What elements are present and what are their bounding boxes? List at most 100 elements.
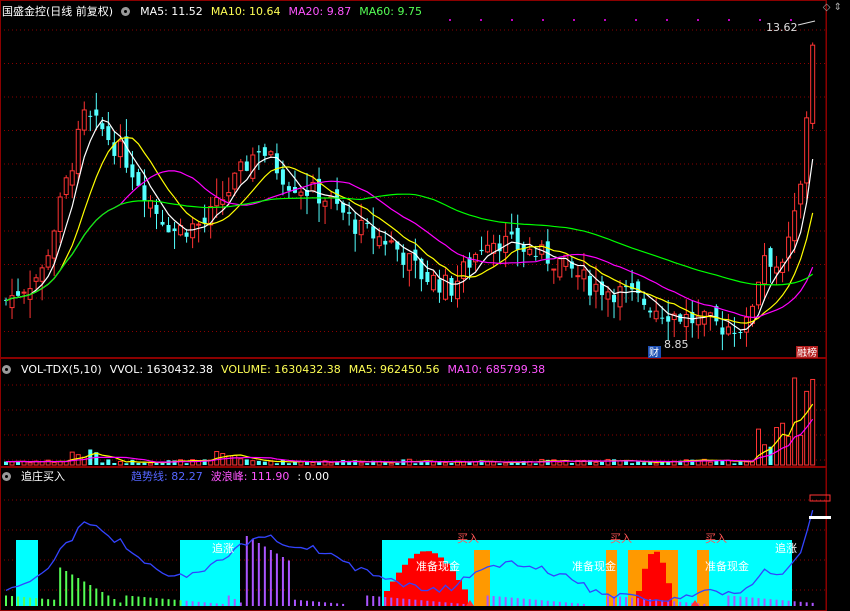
candle-body-up xyxy=(63,177,69,196)
candle-body-down xyxy=(262,147,267,156)
candle-body-up xyxy=(557,258,563,278)
volume-bar-up xyxy=(617,460,623,466)
signal-dot xyxy=(666,19,668,21)
vol-ma5-label: MA5: 962450.56 xyxy=(348,362,440,376)
extra-value-label: : 0.00 xyxy=(297,469,330,483)
candle-body-up xyxy=(388,240,394,243)
volume-bar-up xyxy=(503,462,509,466)
zone-label: 买入 xyxy=(457,532,479,545)
price-panel-title[interactable]: 国盛金控(日线 前复权) xyxy=(2,3,113,19)
zone-label: 买入 xyxy=(705,532,727,545)
volume-bar-up xyxy=(743,461,749,466)
corner-controls-icon[interactable]: ◇ ⇕ xyxy=(823,2,842,13)
candle-body-down xyxy=(106,126,111,141)
signal-dot xyxy=(697,19,699,21)
volume-bar-down xyxy=(599,461,604,465)
volume-bar-up xyxy=(593,461,599,466)
volume-bar-down xyxy=(124,463,129,465)
volume-bar-down xyxy=(395,462,400,465)
volume-bar-down xyxy=(341,459,346,465)
volume-panel-header: VOL-TDX(5,10) VVOL: 1630432.38 VOLUME: 1… xyxy=(2,361,545,377)
ma60-label: MA60: 9.75 xyxy=(359,4,422,18)
volume-bar-up xyxy=(798,434,804,466)
volume-bar-up xyxy=(810,378,816,466)
candle-body-up xyxy=(406,253,412,271)
candle-body-up xyxy=(653,310,659,320)
candle-body-up xyxy=(593,283,599,292)
candle-body-up xyxy=(485,244,491,253)
candle-body-down xyxy=(720,327,725,335)
volume-bar-up xyxy=(388,462,394,466)
zone-label: 追涨 xyxy=(775,541,797,555)
indicator-settings-gear-icon[interactable] xyxy=(2,471,11,481)
stock-chart[interactable]: 13.62 8.85 财 融榜追涨准备现金 买入准备现金 买入准备现金 买入追涨 xyxy=(0,0,850,611)
candle-body-up xyxy=(358,219,364,236)
volume-bar-down xyxy=(262,461,267,465)
candle-body-up xyxy=(69,170,75,186)
candle-body-down xyxy=(365,222,370,224)
candle-body-up xyxy=(21,291,27,294)
candle-body-up xyxy=(214,197,220,207)
candle-body-up xyxy=(81,109,87,131)
volume-bar-down xyxy=(184,463,189,465)
candle-body-up xyxy=(232,172,238,190)
zone-label: 准备现金 xyxy=(705,559,749,573)
volume-bar-down xyxy=(533,463,538,465)
ma5-label: MA5: 11.52 xyxy=(140,4,203,18)
candle-body-up xyxy=(147,200,153,209)
volume-bar-up xyxy=(51,461,57,466)
volume-panel-title[interactable]: VOL-TDX(5,10) xyxy=(21,363,102,376)
candle-body-down xyxy=(347,212,352,214)
candle-body-up xyxy=(196,223,202,226)
signal-dot xyxy=(759,19,761,21)
indicator-panel-title[interactable]: 追庄买入 xyxy=(21,468,65,484)
volume-bar-up xyxy=(358,462,364,466)
volume-bar-down xyxy=(130,459,135,465)
signal-dot xyxy=(449,19,451,21)
settings-gear-icon[interactable] xyxy=(121,6,131,16)
finance-badge-label: 财 xyxy=(649,346,659,359)
candle-body-down xyxy=(371,226,376,239)
red-accumulation-bar xyxy=(456,580,462,606)
candle-body-down xyxy=(256,151,261,153)
volume-bar-down xyxy=(136,463,141,465)
candle-body-down xyxy=(425,271,430,283)
period-low-label: 8.85 xyxy=(664,338,689,351)
signal-dot xyxy=(511,19,513,21)
volume-settings-gear-icon[interactable] xyxy=(2,364,11,374)
candle-body-down xyxy=(449,277,454,296)
candle-body-down xyxy=(401,252,406,265)
volume-bar-down xyxy=(244,459,249,465)
volume-bar-down xyxy=(497,463,502,465)
volume-bar-up xyxy=(328,462,334,466)
candle-body-up xyxy=(39,267,45,282)
ma20-label: MA20: 9.87 xyxy=(288,4,352,18)
volume-bar-down xyxy=(88,449,93,465)
candle-body-up xyxy=(810,44,816,124)
red-accumulation-bar xyxy=(654,551,660,606)
candle-body-up xyxy=(268,151,274,156)
volume-bar-up xyxy=(442,462,448,466)
volume-bar-down xyxy=(106,459,111,465)
volume-bar-up xyxy=(756,428,761,466)
volume-label: VOLUME: 1630432.38 xyxy=(221,362,341,376)
vol-ma10-label: MA10: 685799.38 xyxy=(447,362,546,376)
volume-bar-down xyxy=(317,462,322,465)
candle-body-down xyxy=(437,279,442,293)
candle-body-up xyxy=(792,210,798,242)
wave-peak-label: 波浪峰: 111.90 xyxy=(210,470,290,483)
volume-bar-down xyxy=(738,461,743,465)
latest-marker-bar xyxy=(809,516,831,519)
candle-body-down xyxy=(136,172,141,186)
volume-bar-down xyxy=(383,462,388,465)
candle-body-up xyxy=(322,200,328,207)
candle-body-up xyxy=(617,286,623,308)
volume-bar-up xyxy=(81,456,87,466)
signal-dot xyxy=(635,19,637,21)
volume-bar-down xyxy=(636,461,641,465)
red-accumulation-bar xyxy=(648,554,654,606)
volume-bar-up xyxy=(27,462,33,466)
candle-body-up xyxy=(756,281,761,306)
candle-body-up xyxy=(762,255,768,285)
signal-dot xyxy=(573,19,575,21)
